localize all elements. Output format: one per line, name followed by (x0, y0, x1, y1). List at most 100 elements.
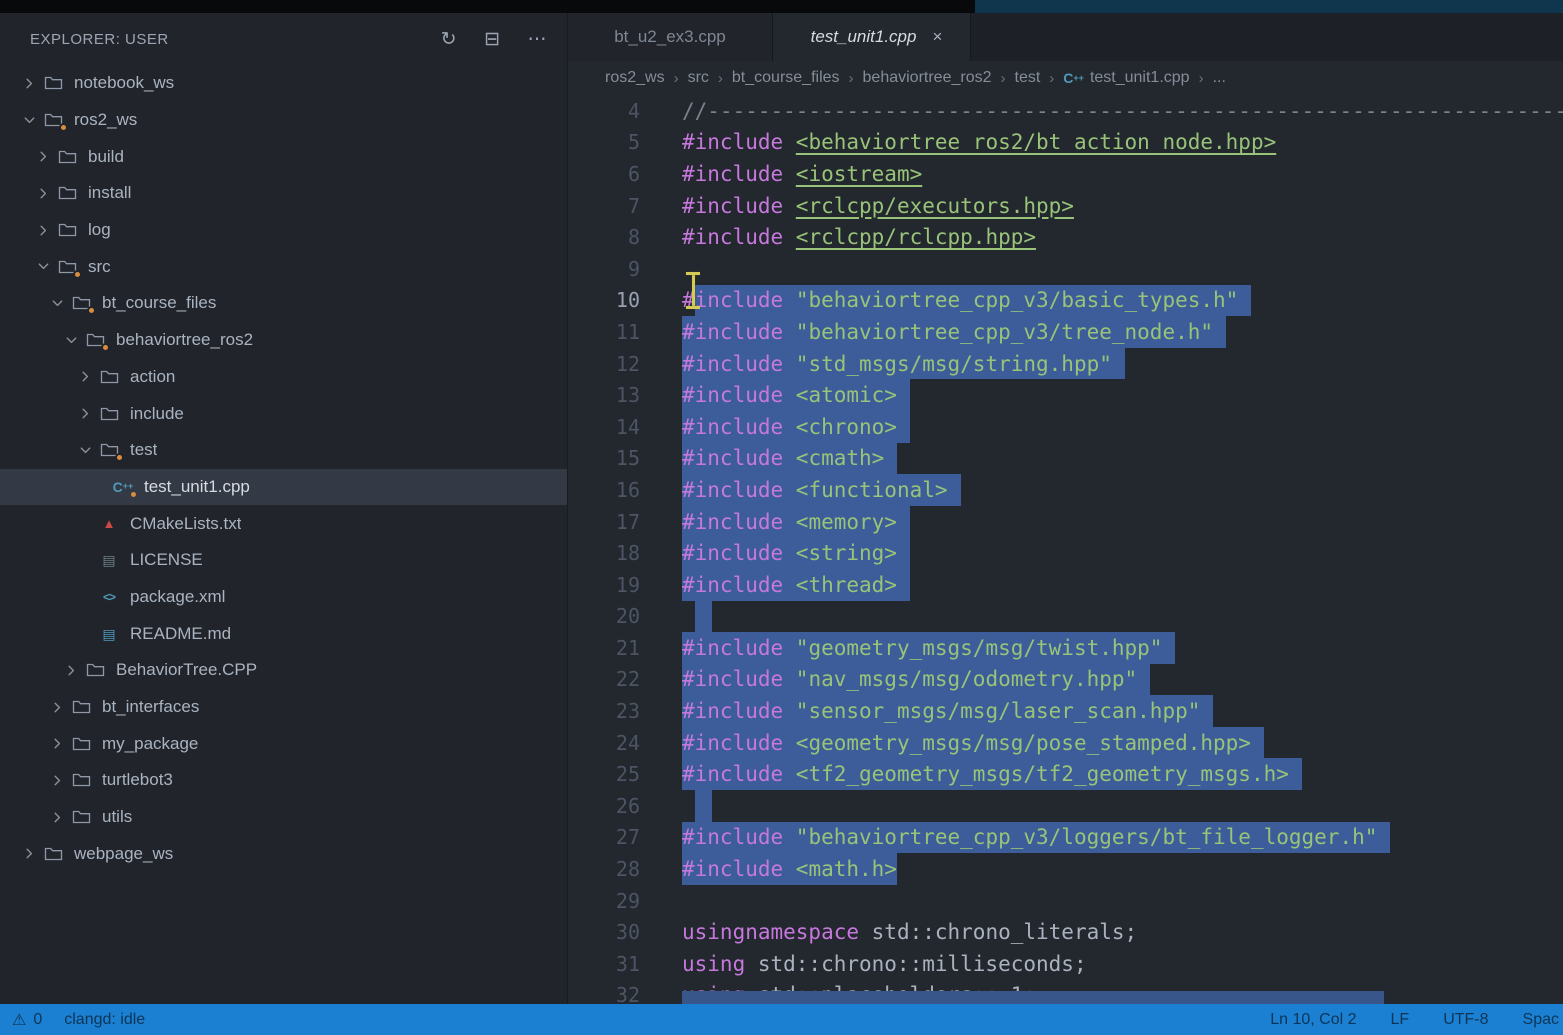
line-number[interactable]: 15 (568, 443, 640, 475)
code-line-19[interactable]: 19#include <thread> (568, 569, 1563, 601)
code-line-28[interactable]: 28#include <math.h> (568, 853, 1563, 885)
line-number[interactable]: 12 (568, 348, 640, 380)
code-area[interactable]: 4//-------------------------------------… (568, 95, 1563, 1004)
tab-bt_u2_ex3-cpp[interactable]: bt_u2_ex3.cpp (568, 13, 773, 61)
code-line-22[interactable]: 22#include "nav_msgs/msg/odometry.hpp" (568, 664, 1563, 696)
tree-file-CMakeLists.txt[interactable]: ▲CMakeLists.txt (0, 505, 567, 542)
line-number[interactable]: 9 (568, 253, 640, 285)
chevron-right-icon[interactable] (58, 661, 84, 679)
line-number[interactable]: 14 (568, 411, 640, 443)
line-number[interactable]: 16 (568, 474, 640, 506)
line-number[interactable]: 4 (568, 95, 640, 127)
tree-folder-include[interactable]: include (0, 395, 567, 432)
tree-folder-ros2_ws[interactable]: ros2_ws (0, 102, 567, 139)
chevron-right-icon[interactable] (44, 735, 70, 753)
tree-folder-turtlebot3[interactable]: turtlebot3 (0, 762, 567, 799)
line-number[interactable]: 8 (568, 221, 640, 253)
code-line-26[interactable]: 26 (568, 790, 1563, 822)
chevron-right-icon[interactable] (16, 74, 42, 92)
code-line-29[interactable]: 29 (568, 885, 1563, 917)
tree-folder-bt_course_files[interactable]: bt_course_files (0, 285, 567, 322)
chevron-down-icon[interactable] (30, 258, 56, 276)
breadcrumb-item-test-unit1-cpp[interactable]: C++test_unit1.cpp (1063, 69, 1189, 87)
code-line-25[interactable]: 25#include <tf2_geometry_msgs/tf2_geomet… (568, 758, 1563, 790)
chevron-right-icon[interactable] (30, 221, 56, 239)
close-tab-icon[interactable]: × (932, 27, 942, 47)
code-line-27[interactable]: 27#include "behaviortree_cpp_v3/loggers/… (568, 822, 1563, 854)
clangd-status[interactable]: clangd: idle (64, 1011, 145, 1029)
breadcrumb-item-ros2-ws[interactable]: ros2_ws (605, 69, 665, 87)
code-line-16[interactable]: 16#include <functional> (568, 474, 1563, 506)
breadcrumb-item-src[interactable]: src (688, 69, 709, 87)
breadcrumb-item-bt-course-files[interactable]: bt_course_files (732, 69, 840, 87)
code-line-31[interactable]: 31using std::chrono::milliseconds; (568, 948, 1563, 980)
refresh-explorer-icon[interactable]: ↻ (441, 30, 457, 49)
tree-file-README.md[interactable]: ▤README.md (0, 615, 567, 652)
line-number[interactable]: 31 (568, 948, 640, 980)
line-number[interactable]: 11 (568, 316, 640, 348)
tree-folder-build[interactable]: build (0, 138, 567, 175)
tree-folder-utils[interactable]: utils (0, 799, 567, 836)
horizontal-scrollbar[interactable] (682, 991, 1384, 1004)
code-line-10[interactable]: 10#include "behaviortree_cpp_v3/basic_ty… (568, 285, 1563, 317)
chevron-down-icon[interactable] (72, 441, 98, 459)
line-number[interactable]: 28 (568, 853, 640, 885)
tree-folder-src[interactable]: src (0, 248, 567, 285)
code-line-8[interactable]: 8#include <rclcpp/rclcpp.hpp> (568, 221, 1563, 253)
line-number[interactable]: 5 (568, 127, 640, 159)
line-number[interactable]: 32 (568, 980, 640, 1004)
breadcrumb-item-test[interactable]: test (1015, 69, 1041, 87)
problems-status[interactable]: ⚠ 0 (12, 1010, 42, 1030)
code-line-30[interactable]: 30using namespace std::chrono_literals; (568, 916, 1563, 948)
more-actions-icon[interactable]: ⋯ (528, 30, 548, 49)
code-line-13[interactable]: 13#include <atomic> (568, 379, 1563, 411)
line-number[interactable]: 24 (568, 727, 640, 759)
chevron-right-icon[interactable] (16, 845, 42, 863)
tree-folder-my_package[interactable]: my_package (0, 725, 567, 762)
line-number[interactable]: 25 (568, 758, 640, 790)
line-number[interactable]: 19 (568, 569, 640, 601)
tree-file-package.xml[interactable]: <>package.xml (0, 579, 567, 616)
tree-folder-log[interactable]: log (0, 212, 567, 249)
chevron-right-icon[interactable] (72, 368, 98, 386)
tree-file-LICENSE[interactable]: ▤LICENSE (0, 542, 567, 579)
breadcrumb-item-behaviortree-ros2[interactable]: behaviortree_ros2 (863, 69, 992, 87)
code-line-18[interactable]: 18#include <string> (568, 537, 1563, 569)
code-line-23[interactable]: 23#include "sensor_msgs/msg/laser_scan.h… (568, 695, 1563, 727)
tree-folder-notebook_ws[interactable]: notebook_ws (0, 65, 567, 102)
code-line-11[interactable]: 11#include "behaviortree_cpp_v3/tree_nod… (568, 316, 1563, 348)
code-line-12[interactable]: 12#include "std_msgs/msg/string.hpp" (568, 348, 1563, 380)
chevron-right-icon[interactable] (44, 808, 70, 826)
line-number[interactable]: 30 (568, 916, 640, 948)
line-number[interactable]: 18 (568, 537, 640, 569)
tree-folder-test[interactable]: test (0, 432, 567, 469)
code-line-14[interactable]: 14#include <chrono> (568, 411, 1563, 443)
tree-folder-behaviortree_ros2[interactable]: behaviortree_ros2 (0, 322, 567, 359)
chevron-right-icon[interactable] (44, 771, 70, 789)
code-line-9[interactable]: 9 (568, 253, 1563, 285)
chevron-down-icon[interactable] (16, 111, 42, 129)
code-line-17[interactable]: 17#include <memory> (568, 506, 1563, 538)
chevron-down-icon[interactable] (44, 294, 70, 312)
tree-folder-install[interactable]: install (0, 175, 567, 212)
tree-folder-action[interactable]: action (0, 359, 567, 396)
line-number[interactable]: 23 (568, 695, 640, 727)
line-number[interactable]: 21 (568, 632, 640, 664)
chevron-right-icon[interactable] (30, 148, 56, 166)
line-number[interactable]: 13 (568, 379, 640, 411)
tree-file-test_unit1.cpp[interactable]: C++test_unit1.cpp (0, 469, 567, 506)
collapse-folders-icon[interactable]: ⊟ (484, 30, 500, 49)
encoding-indicator[interactable]: UTF-8 (1443, 1011, 1488, 1029)
cursor-position[interactable]: Ln 10, Col 2 (1270, 1011, 1356, 1029)
line-number[interactable]: 7 (568, 190, 640, 222)
code-line-5[interactable]: 5#include <behaviortree_ros2/bt_action_n… (568, 127, 1563, 159)
tab-test_unit1-cpp[interactable]: test_unit1.cpp × (773, 13, 971, 61)
code-line-24[interactable]: 24#include <geometry_msgs/msg/pose_stamp… (568, 727, 1563, 759)
line-number[interactable]: 10 (568, 285, 640, 317)
line-number[interactable]: 17 (568, 506, 640, 538)
chevron-right-icon[interactable] (30, 184, 56, 202)
line-number[interactable]: 29 (568, 885, 640, 917)
tree-folder-webpage_ws[interactable]: webpage_ws (0, 835, 567, 872)
tree-folder-BehaviorTree.CPP[interactable]: BehaviorTree.CPP (0, 652, 567, 689)
tree-folder-bt_interfaces[interactable]: bt_interfaces (0, 689, 567, 726)
